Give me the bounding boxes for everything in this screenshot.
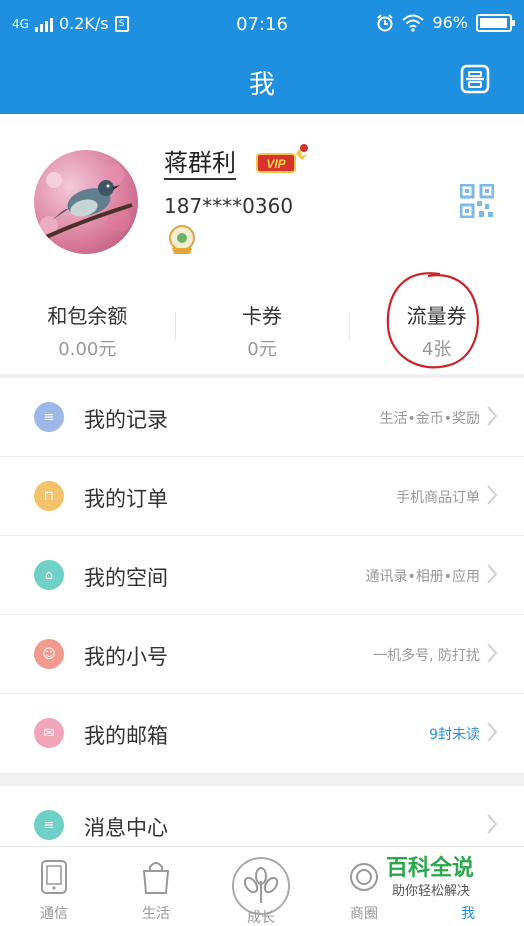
chevron-right-icon [487, 643, 498, 663]
balance-wallet[interactable]: 和包余额 0.00元 [0, 294, 175, 364]
phone-icon [41, 860, 67, 894]
chevron-right-icon [487, 485, 498, 505]
menu-item-label: 我的邮箱 [84, 724, 168, 748]
qr-code-button[interactable] [460, 184, 494, 218]
menu-item-mailbox[interactable]: ✉ 我的邮箱 9封未读 [0, 694, 524, 773]
tab-label: 通信 [40, 906, 68, 922]
tab-communication[interactable]: 通信 [14, 847, 94, 926]
records-icon: ≡ [34, 402, 64, 432]
menu-item-hint: 生活•金币•奖励 [379, 411, 480, 427]
chevron-right-icon [487, 406, 498, 426]
chevron-right-icon [487, 722, 498, 742]
chevron-right-icon [487, 564, 498, 584]
menu-item-hint: 一机多号, 防打扰 [373, 648, 480, 664]
red-annotation-circle [386, 272, 479, 369]
menu-item-label: 我的订单 [84, 487, 168, 511]
balance-value: 0元 [247, 339, 277, 360]
username[interactable]: 蒋群利 [164, 148, 236, 180]
tab-growth[interactable]: 成长 [221, 851, 301, 926]
menu-item-hint: 手机商品订单 [396, 490, 480, 506]
balance-label: 和包余额 [47, 304, 128, 328]
menu-list: ≡ 我的记录 生活•金币•奖励 ⊓ 我的订单 手机商品订单 ⌂ 我的空间 通讯录… [0, 378, 524, 773]
battery-icon [476, 13, 515, 32]
cart-icon: ⊓ [34, 481, 64, 511]
watermark-title: 百科全说 [386, 856, 475, 881]
menu-item-sub-number[interactable]: ☺ 我的小号 一机多号, 防打扰 [0, 615, 524, 694]
tab-label: 生活 [142, 906, 170, 922]
bird-photo [40, 165, 133, 240]
title-bar: 我 [0, 50, 524, 114]
balance-label: 卡券 [242, 304, 282, 328]
page-title: 我 [248, 70, 275, 100]
menu-item-records[interactable]: ≡ 我的记录 生活•金币•奖励 [0, 378, 524, 457]
vip-text: VIP [266, 157, 286, 171]
level-badge-icon [169, 225, 195, 254]
watermark: 百科全说 助你轻松解决 [380, 850, 506, 902]
watermark-subtitle: 助你轻松解决 [392, 884, 471, 899]
menu-item-label: 消息中心 [84, 816, 168, 840]
balance-value: 0.00元 [58, 339, 117, 360]
business-circle-icon [350, 863, 378, 891]
status-bar: 4G 0.2K/s S 07:16 96% [0, 0, 524, 50]
tab-label: 商圈 [350, 906, 378, 922]
menu-item-space[interactable]: ⌂ 我的空间 通讯录•相册•应用 [0, 536, 524, 615]
sub-number-icon: ☺ [34, 639, 64, 669]
menu-item-orders[interactable]: ⊓ 我的订单 手机商品订单 [0, 457, 524, 536]
battery-level [480, 17, 507, 28]
message-icon: ≡ [34, 810, 64, 840]
menu-item-label: 我的空间 [84, 566, 168, 590]
vip-badge-icon[interactable]: VIP [256, 144, 312, 180]
mail-icon: ✉ [34, 718, 64, 748]
alarm-icon [377, 13, 394, 31]
phone-number: 187****0360 [164, 194, 294, 218]
scan-button[interactable] [460, 64, 490, 94]
battery-percent: 96% [432, 13, 468, 32]
avatar[interactable] [34, 150, 138, 254]
unread-mail-count: 9封未读 [429, 727, 480, 743]
menu-item-hint: 通讯录•相册•应用 [365, 569, 480, 585]
tab-label: 我 [461, 906, 475, 922]
menu-item-label: 我的记录 [84, 408, 168, 432]
status-right: 96% [376, 13, 515, 32]
chevron-right-icon [487, 814, 498, 834]
shopping-bag-icon [142, 862, 170, 894]
menu-item-label: 我的小号 [84, 645, 168, 669]
profile-card: 蒋群利 VIP 187****0360 和包余额 0.00元 卡券 0元 流量券… [0, 114, 524, 374]
home-icon: ⌂ [34, 560, 64, 590]
balance-coupons[interactable]: 卡券 0元 [174, 294, 350, 364]
wifi-icon [402, 14, 425, 32]
tab-life[interactable]: 生活 [116, 847, 196, 926]
tab-label: 成长 [247, 910, 275, 926]
